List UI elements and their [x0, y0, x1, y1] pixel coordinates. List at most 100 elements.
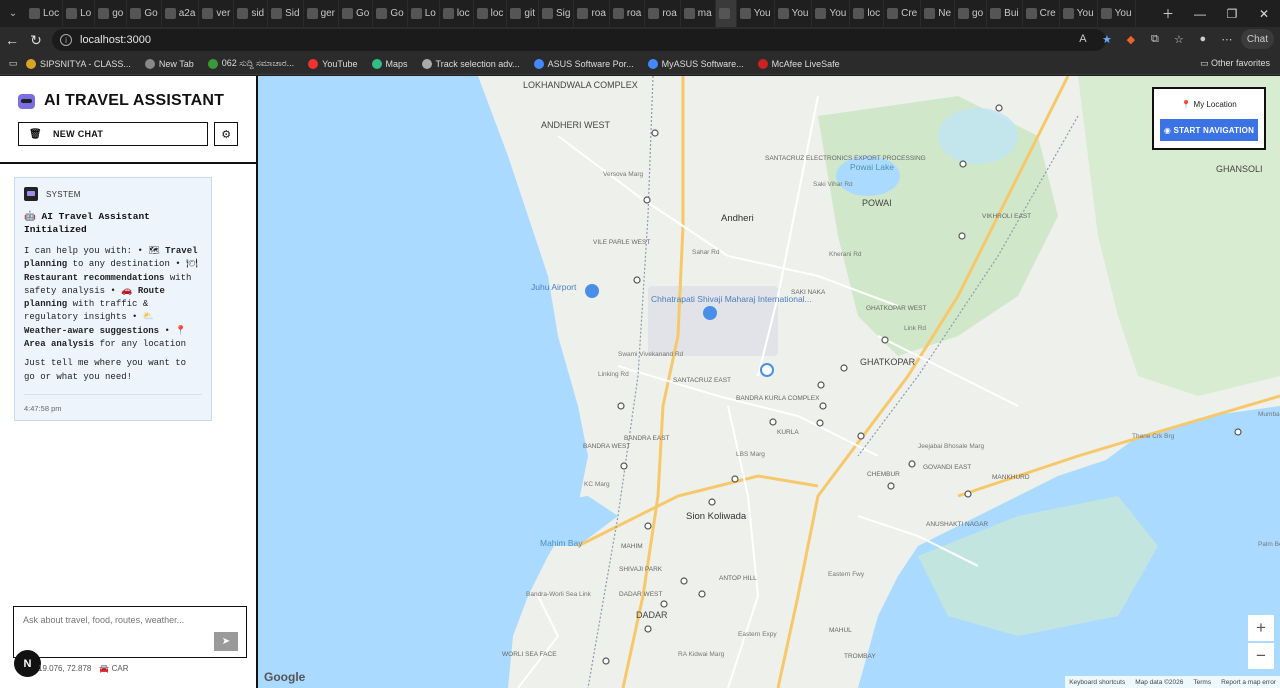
keyboard-shortcuts-link[interactable]: Keyboard shortcuts	[1069, 679, 1125, 686]
site-info-icon[interactable]: i	[60, 34, 72, 46]
browser-tab[interactable]: Go	[373, 0, 408, 27]
browser-tab[interactable]: a2a	[162, 0, 200, 27]
reload-icon[interactable]: ↻	[24, 28, 48, 52]
favorites-icon[interactable]: ☆	[1169, 29, 1189, 49]
settings-button[interactable]: ⚙	[214, 122, 238, 146]
other-favorites-label: Other favorites	[1210, 58, 1270, 68]
location-pin-icon: 📍	[1181, 99, 1192, 109]
read-aloud-icon[interactable]: A	[1073, 29, 1093, 49]
bookmarks-menu-icon[interactable]: ▭	[0, 58, 26, 69]
other-favorites[interactable]: ▭ Other favorites	[1200, 58, 1270, 69]
tab-label: roa	[591, 8, 606, 19]
tab-favicon-icon	[958, 8, 970, 19]
browser-tab[interactable]: ger	[304, 0, 340, 27]
copilot-chat-button[interactable]: Chat	[1240, 29, 1274, 49]
browser-tab[interactable]: You	[1060, 0, 1098, 27]
browser-tab[interactable]: Lo	[408, 0, 440, 27]
favorite-star-icon[interactable]: ★	[1097, 29, 1117, 49]
tab-label: Lo	[424, 8, 436, 19]
map-label: SANTACRUZ EAST	[673, 377, 731, 384]
tab-label: loc	[490, 8, 504, 19]
terms-link[interactable]: Terms	[1193, 679, 1211, 686]
start-navigation-button[interactable]: ◉ START NAVIGATION	[1160, 119, 1258, 141]
bookmark-item[interactable]: SIPSNITYA - CLASS...	[26, 58, 131, 69]
browser-tab[interactable]: sid	[234, 0, 269, 27]
browser-tab[interactable]: You	[812, 0, 851, 27]
tab-label: loc	[456, 8, 470, 19]
browser-tab[interactable]: go	[95, 0, 128, 27]
browser-tab[interactable]: ver	[199, 0, 235, 27]
map-canvas[interactable]: LOKHANDWALA COMPLEX ANDHERI WEST Andheri PO…	[258, 76, 1280, 688]
browser-tab[interactable]: Lo	[63, 0, 96, 27]
browser-tab[interactable]: ma	[681, 0, 716, 27]
tab-favicon-icon	[164, 8, 176, 19]
map-label: Swami Vivekanand Rd	[618, 351, 684, 358]
browser-tab[interactable]: loc	[440, 0, 474, 27]
bookmark-item[interactable]: 062 ಸುದ್ದಿ ಸಮಾಚಾರ...	[207, 58, 294, 69]
bookmark-item[interactable]: ASUS Software Por...	[533, 58, 634, 69]
bookmark-item[interactable]: Maps	[371, 58, 408, 69]
bookmark-item[interactable]: MyASUS Software...	[647, 58, 744, 69]
maximize-icon[interactable]: ❐	[1216, 0, 1248, 27]
browser-tab[interactable]: Go	[339, 0, 374, 27]
my-location-button[interactable]: 📍 My Location	[1160, 95, 1258, 113]
url-field[interactable]: i localhost:3000	[52, 29, 1106, 51]
browser-tab[interactable]: You	[737, 0, 775, 27]
map-label: TROMBAY	[844, 653, 876, 660]
browser-tab[interactable]: roa	[645, 0, 681, 27]
new-chat-button[interactable]: 🗑 NEW CHAT	[18, 122, 209, 146]
more-menu-icon[interactable]: ⋯	[1217, 29, 1237, 49]
browser-tab[interactable]: loc	[474, 0, 508, 27]
message-body: I can help you with: • 🗺 Travel planning…	[24, 245, 202, 384]
tab-label: You	[1076, 8, 1094, 19]
browser-tab[interactable]: Loc	[26, 0, 64, 27]
browser-tab[interactable]: Cre	[884, 0, 922, 27]
extensions-puzzle-icon[interactable]: ⧉	[1145, 29, 1165, 49]
bookmark-item[interactable]: Track selection adv...	[421, 58, 520, 69]
robot-icon	[18, 93, 35, 109]
map-label: Mumbai	[1258, 411, 1280, 418]
send-button[interactable]: ➤	[214, 632, 238, 651]
browser-tab[interactable]	[715, 0, 737, 27]
browser-tab[interactable]: You	[775, 0, 813, 27]
bookmark-item[interactable]: YouTube	[308, 58, 358, 69]
browser-tab[interactable]: loc	[850, 0, 885, 27]
browser-tab[interactable]: Ne	[921, 0, 956, 27]
map-label: KURLA	[777, 429, 799, 436]
browser-tab[interactable]: You	[1098, 0, 1136, 27]
browser-tab[interactable]: roa	[610, 0, 646, 27]
map-view[interactable]: LOKHANDWALA COMPLEX ANDHERI WEST Andheri PO…	[258, 76, 1280, 688]
report-error-link[interactable]: Report a map error	[1221, 679, 1276, 686]
close-window-icon[interactable]: ✕	[1248, 0, 1280, 27]
map-label: WORLI SEA FACE	[502, 651, 557, 658]
app-title: AI TRAVEL ASSISTANT	[18, 92, 238, 110]
chat-input[interactable]	[23, 615, 223, 625]
new-tab-icon[interactable]: ＋	[1152, 0, 1184, 27]
bookmark-item[interactable]: New Tab	[144, 58, 194, 69]
profile-avatar-icon[interactable]: ●	[1193, 29, 1213, 49]
back-icon[interactable]: ←	[0, 28, 24, 52]
zoom-in-button[interactable]: +	[1248, 615, 1274, 641]
browser-tab[interactable]: Cre	[1023, 0, 1060, 27]
browser-tab[interactable]: go	[955, 0, 988, 27]
minimize-icon[interactable]: —	[1184, 0, 1216, 27]
map-label: Juhu Airport	[531, 282, 577, 292]
map-label: Powai Lake	[850, 162, 894, 172]
map-label: POWAI	[862, 198, 892, 208]
browser-tab[interactable]: git	[507, 0, 539, 27]
browser-tab[interactable]: roa	[574, 0, 610, 27]
tab-actions-menu[interactable]: ⌄	[0, 0, 26, 27]
bookmark-item[interactable]: McAfee LiveSafe	[757, 58, 840, 69]
map-label: Thane Crk Brg	[1132, 433, 1175, 440]
map-label: Mahim Bay	[540, 538, 583, 548]
browser-tab[interactable]: Sid	[268, 0, 304, 27]
trash-icon: 🗑	[29, 128, 42, 140]
browser-tab[interactable]: Go	[127, 0, 162, 27]
extension-icon[interactable]: ◆	[1121, 29, 1141, 49]
browser-tab[interactable]: Sig	[539, 0, 575, 27]
message-title: 🤖 AI Travel Assistant Initialized	[24, 210, 202, 236]
map-label: Linking Rd	[598, 371, 629, 378]
browser-tab[interactable]: Bui	[987, 0, 1023, 27]
tab-favicon-icon	[1100, 8, 1112, 19]
zoom-out-button[interactable]: −	[1248, 643, 1274, 669]
